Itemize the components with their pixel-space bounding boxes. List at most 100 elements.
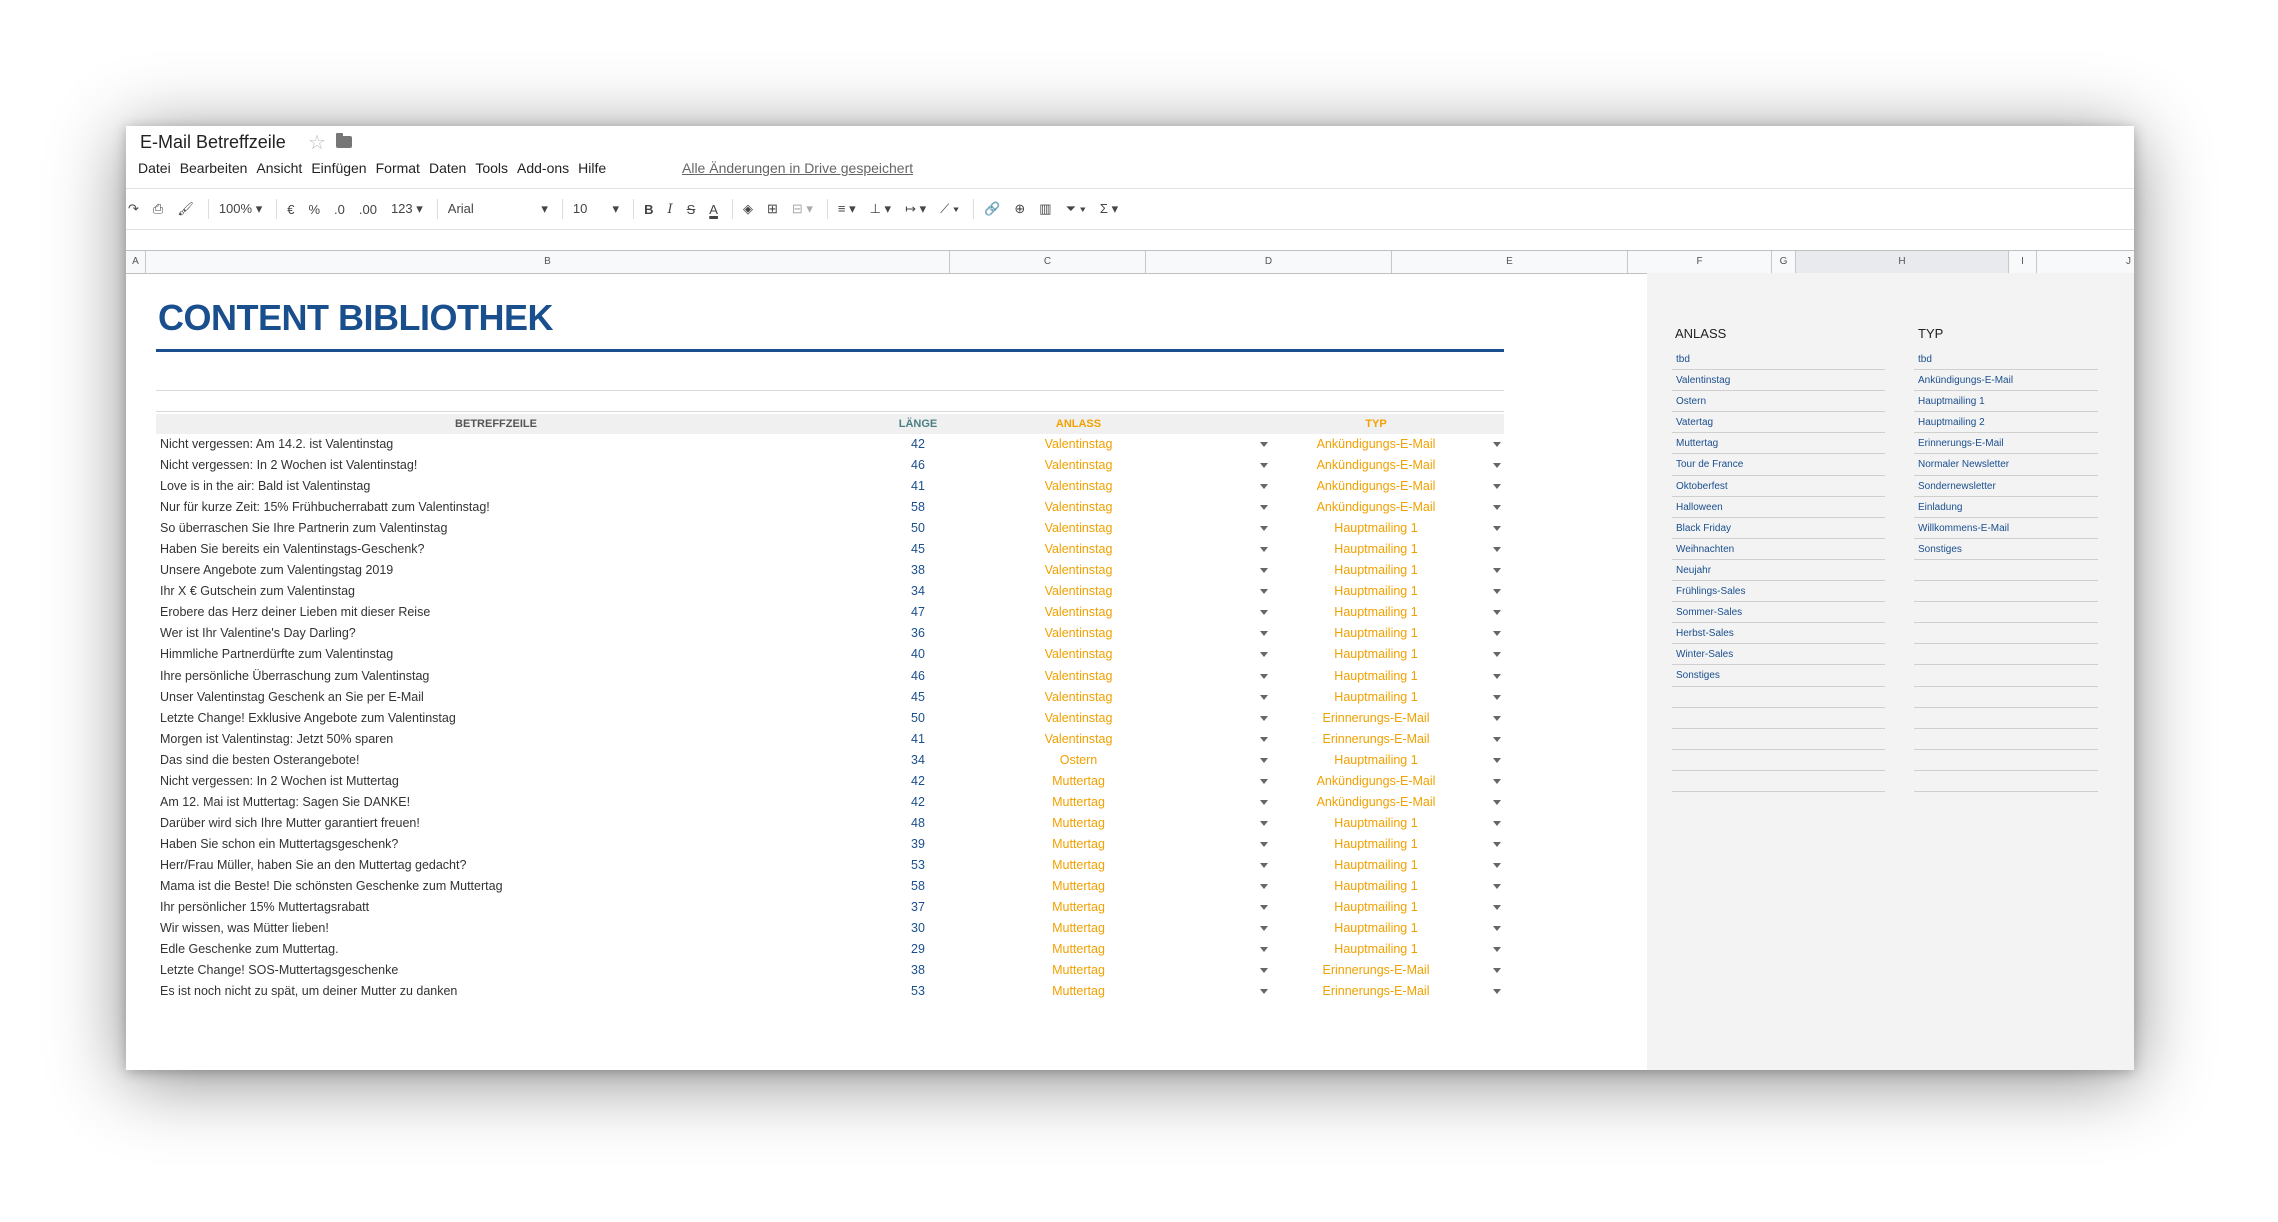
betreff-cell[interactable]: Das sind die besten Osterangebote! — [160, 750, 359, 771]
anlass-cell[interactable]: Valentinstag — [1021, 623, 1136, 644]
anlass-cell[interactable]: Valentinstag — [1021, 518, 1136, 539]
empty-cell[interactable] — [1914, 602, 2098, 624]
anlass-dropdown-icon[interactable] — [1260, 799, 1268, 805]
typ-dropdown-icon[interactable] — [1493, 442, 1501, 447]
column-header-g[interactable]: G — [1772, 251, 1796, 273]
typ-dropdown-icon[interactable] — [1493, 736, 1501, 742]
empty-cell[interactable] — [1672, 687, 1885, 708]
laenge-cell[interactable]: 39 — [886, 834, 950, 855]
anlass-dropdown-icon[interactable] — [1260, 757, 1268, 763]
fill-color-icon[interactable]: ◈ — [743, 201, 753, 217]
empty-cell[interactable] — [1914, 623, 2098, 645]
anlass-list-item[interactable]: Herbst-Sales — [1672, 623, 1885, 645]
anlass-dropdown-icon[interactable] — [1260, 694, 1268, 700]
anlass-dropdown-icon[interactable] — [1260, 631, 1268, 637]
menu-bearbeiten[interactable]: Bearbeiten — [180, 160, 255, 176]
betreff-cell[interactable]: Unser Valentinstag Geschenk an Sie per E… — [160, 687, 424, 708]
anlass-dropdown-icon[interactable] — [1260, 883, 1268, 889]
anlass-cell[interactable]: Valentinstag — [1021, 581, 1136, 602]
paint-format-icon[interactable]: 🖌 — [177, 201, 194, 217]
typ-dropdown-icon[interactable] — [1493, 715, 1501, 721]
anlass-list-item[interactable]: Tour de France — [1672, 454, 1885, 476]
column-header-f[interactable]: F — [1628, 251, 1772, 273]
betreff-cell[interactable]: Am 12. Mai ist Muttertag: Sagen Sie DANK… — [160, 792, 410, 813]
typ-cell[interactable]: Hauptmailing 1 — [1306, 855, 1446, 876]
typ-dropdown-icon[interactable] — [1493, 862, 1501, 868]
laenge-cell[interactable]: 58 — [886, 876, 950, 897]
empty-cell[interactable] — [1914, 581, 2098, 603]
laenge-cell[interactable]: 29 — [886, 939, 950, 960]
anlass-cell[interactable]: Valentinstag — [1021, 602, 1136, 623]
empty-cell[interactable] — [1914, 708, 2098, 729]
anlass-cell[interactable]: Muttertag — [1021, 771, 1136, 792]
typ-dropdown-icon[interactable] — [1493, 757, 1501, 763]
betreff-cell[interactable]: So überraschen Sie Ihre Partnerin zum Va… — [160, 518, 447, 539]
typ-dropdown-icon[interactable] — [1493, 463, 1501, 469]
betreff-cell[interactable]: Morgen ist Valentinstag: Jetzt 50% spare… — [160, 729, 393, 750]
menu-einfuegen[interactable]: Einfügen — [311, 160, 373, 176]
empty-cell[interactable] — [1914, 729, 2098, 750]
anlass-list-item[interactable]: Neujahr — [1672, 560, 1885, 582]
laenge-cell[interactable]: 38 — [886, 960, 950, 981]
anlass-cell[interactable]: Muttertag — [1021, 855, 1136, 876]
header-anlass[interactable]: ANLASS — [1021, 414, 1136, 434]
number-format-select[interactable]: 123 ▾ — [391, 201, 423, 217]
anlass-list-item[interactable]: Vatertag — [1672, 412, 1885, 434]
anlass-list-item[interactable]: Sonstiges — [1672, 665, 1885, 687]
typ-cell[interactable]: Hauptmailing 1 — [1306, 581, 1446, 602]
empty-cell[interactable] — [1914, 750, 2098, 771]
typ-cell[interactable]: Hauptmailing 1 — [1306, 897, 1446, 918]
typ-cell[interactable]: Erinnerungs-E-Mail — [1306, 729, 1446, 750]
laenge-cell[interactable]: 40 — [886, 644, 950, 665]
laenge-cell[interactable]: 36 — [886, 623, 950, 644]
anlass-cell[interactable]: Muttertag — [1021, 792, 1136, 813]
currency-format-button[interactable]: € — [287, 202, 294, 217]
anlass-dropdown-icon[interactable] — [1260, 736, 1268, 742]
typ-dropdown-icon[interactable] — [1493, 694, 1501, 700]
typ-cell[interactable]: Hauptmailing 1 — [1306, 644, 1446, 665]
betreff-cell[interactable]: Letzte Change! SOS-Muttertagsgeschenke — [160, 960, 398, 981]
betreff-cell[interactable]: Es ist noch nicht zu spät, um deiner Mut… — [160, 981, 457, 1002]
anlass-list-item[interactable]: Winter-Sales — [1672, 644, 1885, 666]
typ-cell[interactable]: Hauptmailing 1 — [1306, 560, 1446, 581]
anlass-dropdown-icon[interactable] — [1260, 547, 1268, 553]
laenge-cell[interactable]: 38 — [886, 560, 950, 581]
typ-dropdown-icon[interactable] — [1493, 799, 1501, 805]
anlass-list-item[interactable]: Frühlings-Sales — [1672, 581, 1885, 603]
column-header-b[interactable]: B — [146, 251, 950, 273]
anlass-cell[interactable]: Muttertag — [1021, 939, 1136, 960]
sheet-title[interactable]: CONTENT BIBLIOTHEK — [158, 297, 553, 339]
typ-list-item[interactable]: Sondernewsletter — [1914, 476, 2098, 497]
laenge-cell[interactable]: 53 — [886, 981, 950, 1002]
anlass-list-item[interactable]: Muttertag — [1672, 433, 1885, 455]
zoom-select[interactable]: 100% ▾ — [219, 201, 262, 217]
typ-cell[interactable]: Hauptmailing 1 — [1306, 539, 1446, 560]
menu-format[interactable]: Format — [376, 160, 427, 176]
merge-cells-icon[interactable]: ⊟ ▾ — [792, 201, 813, 217]
anlass-cell[interactable]: Valentinstag — [1021, 455, 1136, 476]
anlass-cell[interactable]: Valentinstag — [1021, 687, 1136, 708]
print-icon[interactable]: ⎙ — [153, 201, 163, 217]
anlass-dropdown-icon[interactable] — [1260, 673, 1268, 679]
column-header-d[interactable]: D — [1146, 251, 1392, 273]
anlass-cell[interactable]: Ostern — [1021, 750, 1136, 771]
decrease-decimal-button[interactable]: .0 — [334, 202, 345, 217]
betreff-cell[interactable]: Ihr persönlicher 15% Muttertagsrabatt — [160, 897, 369, 918]
italic-button[interactable]: I — [667, 202, 672, 217]
laenge-cell[interactable]: 41 — [886, 729, 950, 750]
menu-ansicht[interactable]: Ansicht — [256, 160, 309, 176]
betreff-cell[interactable]: Edle Geschenke zum Muttertag. — [160, 939, 339, 960]
laenge-cell[interactable]: 41 — [886, 476, 950, 497]
typ-cell[interactable]: Hauptmailing 1 — [1306, 750, 1446, 771]
betreff-cell[interactable]: Erobere das Herz deiner Lieben mit diese… — [160, 602, 430, 623]
betreff-cell[interactable]: Ihr X € Gutschein zum Valentinstag — [160, 581, 355, 602]
strikethrough-button[interactable]: S — [687, 202, 696, 217]
percent-format-button[interactable]: % — [308, 202, 320, 217]
anlass-dropdown-icon[interactable] — [1260, 947, 1268, 953]
anlass-cell[interactable]: Muttertag — [1021, 834, 1136, 855]
anlass-cell[interactable]: Valentinstag — [1021, 497, 1136, 518]
font-select[interactable]: Arial ▾ — [448, 201, 548, 217]
anlass-cell[interactable]: Valentinstag — [1021, 666, 1136, 687]
anlass-cell[interactable]: Valentinstag — [1021, 434, 1136, 455]
redo-icon[interactable]: ↷ — [128, 201, 139, 217]
